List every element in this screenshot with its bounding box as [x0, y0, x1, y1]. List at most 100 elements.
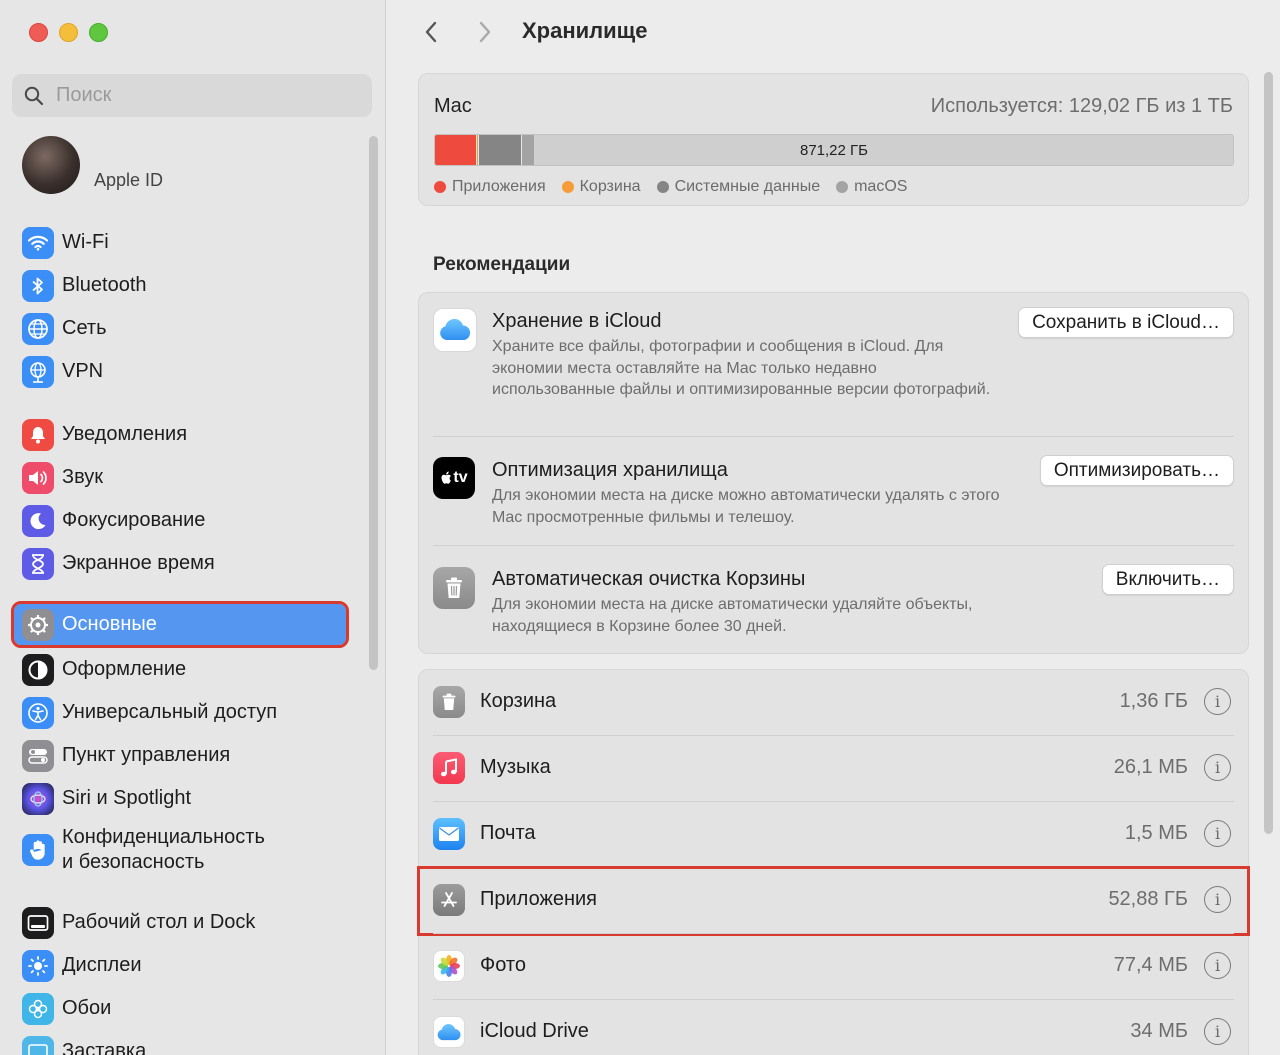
category-row-music[interactable]: Музыка 26,1 МБ i: [419, 736, 1248, 802]
sidebar-item-screen-time[interactable]: Экранное время: [14, 543, 346, 584]
sidebar-item-displays[interactable]: Дисплеи: [14, 945, 346, 986]
legend-label: Системные данные: [674, 178, 821, 195]
storage-categories-card: Корзина 1,36 ГБ i Музыка 26,1 МБ i Почта…: [417, 669, 1250, 1055]
sidebar-item-desktop-dock[interactable]: Рабочий стол и Dock: [14, 902, 346, 943]
legend-dot: [561, 181, 574, 193]
legend-item: Корзина: [561, 178, 641, 196]
info-icon[interactable]: i: [1204, 1018, 1231, 1045]
trash-icon: [433, 686, 465, 718]
sidebar-item-wallpaper[interactable]: Обои: [14, 988, 346, 1029]
category-size: 77,4 МБ: [1113, 954, 1188, 976]
search-input[interactable]: [56, 84, 356, 107]
chevron-right-icon: [479, 21, 491, 43]
sidebar: Apple ID Wi-Fi Bluetooth Сеть VPN Уведом…: [0, 0, 386, 1055]
accessibility-icon: [22, 696, 54, 729]
sidebar-item-accessibility[interactable]: Универсальный доступ: [14, 692, 346, 733]
info-icon[interactable]: i: [1204, 754, 1231, 781]
control-center-icon: [22, 739, 54, 772]
recommendations-card: Хранение в iCloud Храните все файлы, фот…: [418, 292, 1249, 654]
sidebar-item-siri-spotlight[interactable]: Siri и Spotlight: [14, 778, 346, 819]
recommendation-optimize: tv Оптимизация хранилища Для экономии ме…: [419, 437, 1248, 546]
chevron-left-icon: [425, 21, 437, 43]
sidebar-item-appearance[interactable]: Оформление: [14, 649, 346, 690]
category-label: Приложения: [480, 888, 598, 910]
apple-tv-icon: tv: [433, 457, 475, 499]
category-label: iCloud Drive: [480, 1020, 589, 1042]
sidebar-item-network[interactable]: Сеть: [14, 308, 346, 349]
speaker-icon: [22, 461, 54, 494]
enable-button[interactable]: Включить…: [1101, 564, 1234, 595]
sidebar-item-focus[interactable]: Фокусирование: [14, 500, 346, 541]
recommendation-title: Автоматическая очистка Корзины: [492, 568, 806, 590]
category-row-trash[interactable]: Корзина 1,36 ГБ i: [419, 670, 1248, 736]
storage-bar: 871,22 ГБ: [434, 134, 1234, 166]
info-icon[interactable]: i: [1204, 952, 1231, 979]
sidebar-item-label: Экранное время: [62, 552, 215, 574]
sidebar-item-label-line2: и безопасность: [62, 851, 205, 873]
legend-label: macOS: [854, 178, 908, 195]
legend-item: Системные данные: [656, 178, 821, 196]
main-content: Хранилище Mac Используется: 129,02 ГБ из…: [387, 0, 1280, 1055]
forward-button[interactable]: [473, 18, 497, 46]
screensaver-icon: [22, 1035, 54, 1055]
sidebar-item-label: Сеть: [62, 317, 107, 339]
trash-icon: [433, 567, 475, 609]
category-size: 26,1 МБ: [1113, 756, 1188, 778]
close-window-button[interactable]: [29, 23, 48, 42]
bell-icon: [22, 418, 54, 451]
sidebar-item-label: Bluetooth: [62, 274, 147, 296]
legend-item: macOS: [836, 178, 907, 196]
apple-id-item[interactable]: Apple ID: [22, 136, 163, 194]
mac-label: Mac: [434, 95, 472, 117]
back-button[interactable]: [419, 18, 443, 46]
optimize-button[interactable]: Оптимизировать…: [1039, 455, 1234, 486]
category-label: Почта: [480, 822, 536, 844]
sidebar-item-privacy-security[interactable]: Конфиденциальность и безопасность: [14, 821, 346, 879]
category-row-icloud-drive[interactable]: iCloud Drive 34 МБ i: [419, 1000, 1248, 1055]
info-icon[interactable]: i: [1204, 886, 1231, 913]
globe-icon: [22, 312, 54, 345]
sidebar-item-label: Звук: [62, 466, 104, 488]
content-scrollbar[interactable]: [1264, 72, 1273, 834]
sidebar-item-vpn[interactable]: VPN: [14, 351, 346, 392]
sidebar-item-wifi[interactable]: Wi-Fi: [14, 222, 346, 263]
page-title: Хранилище: [522, 18, 648, 43]
sidebar-item-general[interactable]: Основные: [11, 601, 349, 648]
gear-icon: [22, 608, 54, 641]
sidebar-scrollbar[interactable]: [369, 136, 378, 670]
sidebar-item-screensaver[interactable]: Заставка: [14, 1031, 346, 1055]
bluetooth-icon: [22, 269, 54, 302]
moon-icon: [22, 504, 54, 537]
category-row-applications[interactable]: Приложения 52,88 ГБ i: [417, 866, 1250, 936]
sidebar-item-bluetooth[interactable]: Bluetooth: [14, 265, 346, 306]
minimize-window-button[interactable]: [59, 23, 78, 42]
hourglass-icon: [22, 547, 54, 580]
icloud-drive-icon: [433, 1016, 465, 1048]
sidebar-item-sound[interactable]: Звук: [14, 457, 346, 498]
icloud-icon: [433, 308, 477, 352]
sidebar-item-notifications[interactable]: Уведомления: [14, 414, 346, 455]
sidebar-item-label: Заставка: [62, 1040, 147, 1055]
apple-logo-icon: [441, 471, 452, 484]
sidebar-item-label: VPN: [62, 360, 104, 382]
category-row-photos[interactable]: Фото 77,4 МБ i: [419, 934, 1248, 1000]
info-icon[interactable]: i: [1204, 688, 1231, 715]
recommendation-title: Хранение в iCloud: [492, 310, 662, 332]
wifi-icon: [22, 226, 54, 259]
category-row-mail[interactable]: Почта 1,5 МБ i: [419, 802, 1248, 868]
tv-label: tv: [453, 469, 468, 486]
zoom-window-button[interactable]: [89, 23, 108, 42]
sidebar-item-control-center[interactable]: Пункт управления: [14, 735, 346, 776]
appearance-icon: [22, 653, 54, 686]
hand-icon: [22, 834, 54, 866]
window-controls: [29, 23, 108, 42]
sidebar-item-label: Пункт управления: [62, 744, 231, 766]
music-note-icon: [433, 752, 465, 784]
sidebar-item-label: Универсальный доступ: [62, 701, 278, 723]
save-to-icloud-button[interactable]: Сохранить в iCloud…: [1018, 307, 1234, 338]
siri-icon: [22, 782, 54, 815]
toolbar: Хранилище: [387, 0, 1280, 62]
info-icon[interactable]: i: [1204, 820, 1231, 847]
legend-dot: [656, 181, 669, 193]
search-field[interactable]: [12, 74, 372, 117]
